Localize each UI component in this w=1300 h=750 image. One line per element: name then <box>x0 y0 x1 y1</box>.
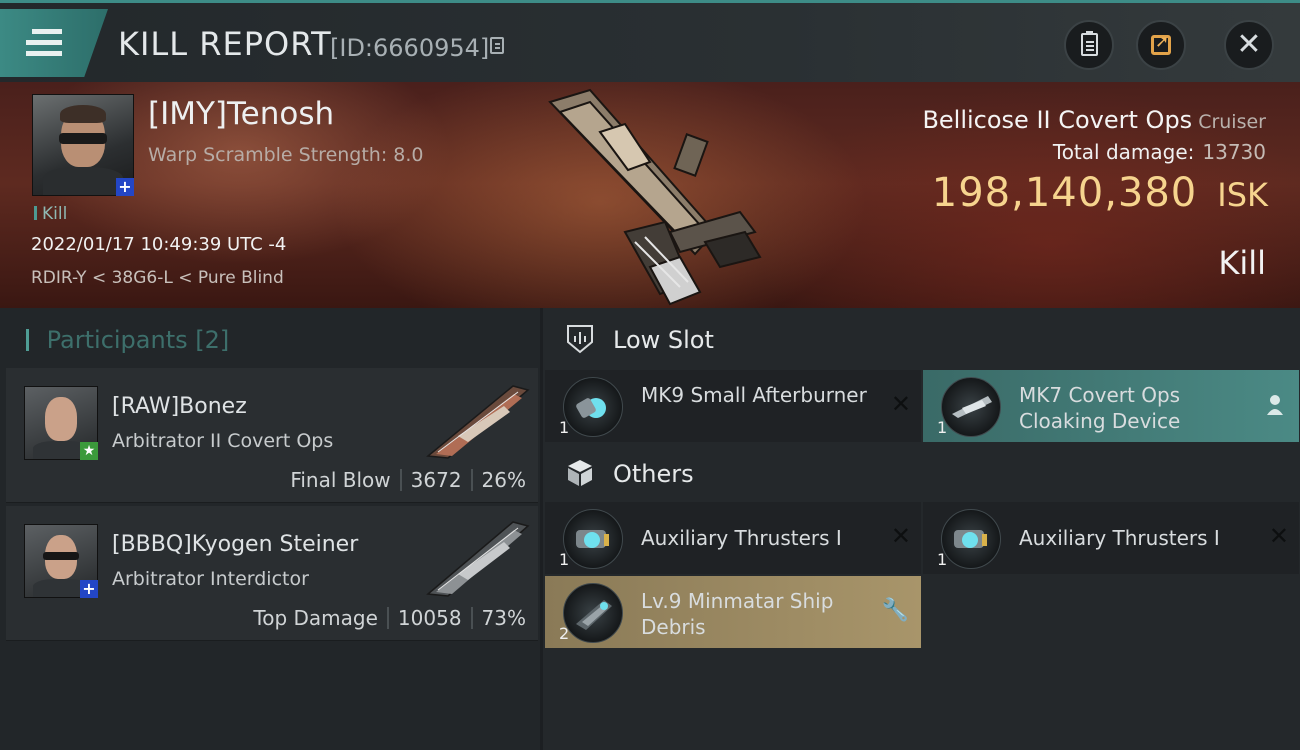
report-id: [ID:6660954] <box>330 34 490 62</box>
plus-icon: + <box>116 178 134 196</box>
module-qty: 1 <box>937 418 948 437</box>
low-slot-title: Low Slot <box>613 326 714 354</box>
participant-role: Top Damage <box>253 606 378 630</box>
module-item[interactable]: 2 Lv.9 Minmatar Ship Debris 🔧 <box>545 576 921 648</box>
module-qty: 2 <box>559 624 570 643</box>
victim-ship-image <box>548 88 762 306</box>
participant-stats: Final Blow 3672 26% <box>290 468 526 492</box>
participant-avatar[interactable]: ★ <box>24 386 98 460</box>
plus-icon: + <box>80 580 98 598</box>
victim-ship[interactable]: Bellicose II Covert Ops Cruiser <box>922 106 1266 134</box>
close-icon: ✕ <box>1236 27 1262 62</box>
x-icon: ✕ <box>890 522 911 550</box>
victim-name[interactable]: [IMY]Tenosh <box>148 96 334 132</box>
participants-panel: Participants [2] ★ [RAW]Bonez Arbitrator… <box>0 308 540 750</box>
module-name: MK7 Covert Ops Cloaking Device <box>1019 383 1181 433</box>
fitting-panel: Low Slot 1 MK9 Small Afterburner ✕ 1 MK7… <box>543 308 1300 750</box>
module-name: Auxiliary Thrusters I <box>641 526 842 550</box>
participant-damage: 10058 <box>397 606 462 630</box>
afterburner-icon <box>563 377 623 437</box>
cloaking-device-icon <box>941 377 1001 437</box>
participant-percent: 73% <box>481 606 526 630</box>
total-damage: Total damage: 13730 <box>1053 140 1266 164</box>
person-icon <box>1267 395 1283 415</box>
low-slot-header: Low Slot <box>543 310 1300 368</box>
star-icon: ★ <box>80 442 98 460</box>
title-bar: KILL REPORT [ID:6660954] ✕ <box>0 0 1300 82</box>
module-item[interactable]: 1 MK7 Covert Ops Cloaking Device <box>923 370 1299 442</box>
participant-name: [RAW]Bonez <box>112 394 247 419</box>
participant-name: [BBBQ]Kyogen Steiner <box>112 532 359 557</box>
share-icon <box>1151 32 1171 55</box>
thruster-icon <box>941 509 1001 569</box>
total-damage-value: 13730 <box>1202 140 1266 164</box>
module-item[interactable]: 1 Auxiliary Thrusters I ✕ <box>923 502 1299 574</box>
isk-value: 198,140,380 ISK <box>932 170 1268 216</box>
module-qty: 1 <box>937 550 948 569</box>
participant-ship: Arbitrator II Covert Ops <box>112 430 334 452</box>
close-button[interactable]: ✕ <box>1224 20 1274 70</box>
module-name: MK9 Small Afterburner <box>641 383 867 407</box>
isk-unit: ISK <box>1217 176 1268 214</box>
participants-title: Participants [2] <box>26 326 230 354</box>
ship-class: Cruiser <box>1198 111 1266 133</box>
participant-role: Final Blow <box>290 468 391 492</box>
share-button[interactable] <box>1136 20 1186 70</box>
page-title: KILL REPORT <box>118 25 332 63</box>
module-item[interactable]: 1 MK9 Small Afterburner ✕ <box>545 370 921 442</box>
x-icon: ✕ <box>890 390 911 418</box>
module-item[interactable]: 1 Auxiliary Thrusters I ✕ <box>545 502 921 574</box>
participant-card[interactable]: ★ [RAW]Bonez Arbitrator II Covert Ops Fi… <box>6 368 538 503</box>
victim-banner: + [IMY]Tenosh Warp Scramble Strength: 8.… <box>0 82 1300 308</box>
isk-amount: 198,140,380 <box>931 170 1198 216</box>
module-qty: 1 <box>559 418 570 437</box>
participant-percent: 26% <box>481 468 526 492</box>
ship-name: Bellicose II Covert Ops <box>922 106 1193 134</box>
participant-avatar[interactable]: + <box>24 524 98 598</box>
kill-tag: Kill <box>34 204 67 224</box>
participants-count: [2] <box>195 326 230 354</box>
participant-ship-image <box>426 385 530 459</box>
module-name: Auxiliary Thrusters I <box>1019 526 1220 550</box>
kill-timestamp: 2022/01/17 10:49:39 UTC -4 <box>31 234 287 255</box>
clipboard-icon <box>1081 31 1098 56</box>
result-label: Kill <box>1218 244 1266 282</box>
copy-icon[interactable] <box>490 37 504 54</box>
participant-ship: Arbitrator Interdictor <box>112 568 309 590</box>
menu-button[interactable] <box>0 9 108 77</box>
participant-ship-image <box>426 521 530 597</box>
module-name: Lv.9 Minmatar Ship Debris <box>641 589 834 639</box>
x-icon: ✕ <box>1268 522 1289 550</box>
others-title: Others <box>613 460 694 488</box>
participant-damage: 3672 <box>410 468 462 492</box>
participant-card[interactable]: + [BBBQ]Kyogen Steiner Arbitrator Interd… <box>6 506 538 641</box>
kill-location[interactable]: RDIR-Y < 38G6-L < Pure Blind <box>31 268 284 288</box>
debris-icon <box>563 583 623 643</box>
thruster-icon <box>563 509 623 569</box>
participant-stats: Top Damage 10058 73% <box>253 606 526 630</box>
wrench-icon: 🔧 <box>881 598 909 623</box>
low-slot-icon <box>567 325 593 354</box>
module-qty: 1 <box>559 550 570 569</box>
clipboard-button[interactable] <box>1064 20 1114 70</box>
others-header: Others <box>543 444 1300 502</box>
others-cube-icon <box>568 460 592 486</box>
menu-icon <box>26 29 62 62</box>
victim-avatar[interactable]: + <box>32 94 134 196</box>
total-damage-label: Total damage: <box>1052 140 1195 164</box>
victim-subtext: Warp Scramble Strength: 8.0 <box>148 144 424 166</box>
